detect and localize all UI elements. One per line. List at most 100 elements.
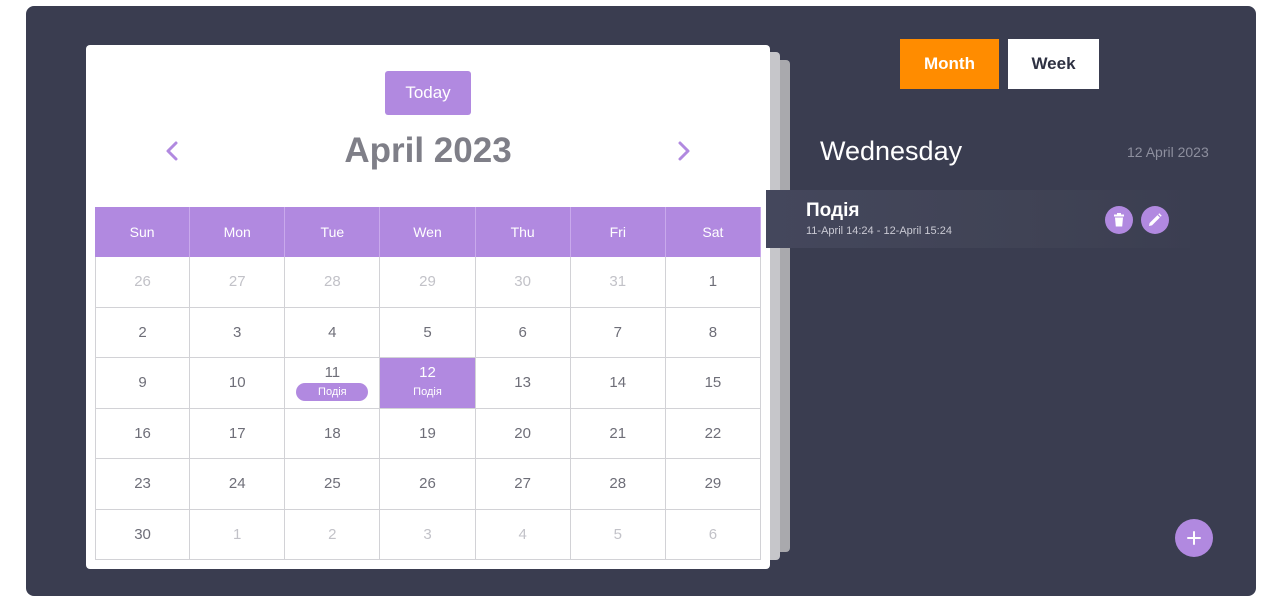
add-event-button[interactable] (1175, 519, 1213, 557)
day-cell[interactable]: 27 (475, 459, 571, 510)
day-cell[interactable]: 27 (190, 257, 286, 308)
day-cell[interactable]: 6 (665, 509, 761, 560)
day-cell[interactable]: 29 (665, 459, 761, 510)
selected-date: 12 April 2023 (1127, 144, 1209, 160)
day-cell[interactable]: 23 (95, 459, 191, 510)
day-number: 18 (324, 424, 341, 442)
day-number: 21 (609, 424, 627, 442)
pencil-icon (1149, 213, 1162, 226)
day-cell[interactable]: 13 (475, 358, 571, 409)
day-cell[interactable]: 5 (570, 509, 666, 560)
day-cell[interactable]: 15 (665, 358, 761, 409)
day-number: 5 (613, 525, 622, 543)
day-cell[interactable]: 24 (190, 459, 286, 510)
event-title: Подія (806, 200, 860, 221)
day-number: 5 (423, 323, 432, 341)
weekday-header: Sat (665, 207, 761, 257)
day-number: 31 (609, 273, 627, 291)
weekday-header: Tue (285, 207, 381, 257)
day-cell[interactable]: 28 (570, 459, 666, 510)
event-time: 11-April 14:24 - 12-April 15:24 (806, 225, 952, 237)
day-number: 22 (704, 424, 722, 442)
day-number: 27 (514, 475, 531, 493)
day-number: 23 (134, 475, 151, 493)
day-cell[interactable]: 26 (95, 257, 191, 308)
day-cell[interactable]: 18 (285, 408, 381, 459)
day-cell[interactable]: 30 (475, 257, 571, 308)
day-number: 30 (514, 273, 531, 291)
today-button[interactable]: Today (385, 71, 471, 115)
day-number: 1 (708, 273, 718, 291)
day-cell[interactable]: 3 (190, 307, 286, 358)
selected-day-cell[interactable]: 12 Подія (380, 358, 476, 409)
day-cell[interactable]: 8 (665, 307, 761, 358)
app-container: Today April 2023 Sun Mon Tue Wen Thu Fri… (26, 6, 1256, 596)
day-number: 20 (514, 424, 531, 442)
day-number: 10 (228, 374, 246, 392)
event-pill[interactable]: Подія (391, 383, 463, 401)
weekday-header: Fri (570, 207, 666, 257)
day-cell[interactable]: 3 (380, 509, 476, 560)
day-cell[interactable]: 28 (285, 257, 381, 308)
day-number: 2 (328, 525, 337, 543)
day-cell[interactable]: 9 (95, 358, 191, 409)
day-cell[interactable]: 10 (190, 358, 286, 409)
day-number: 3 (423, 525, 432, 543)
day-cell[interactable]: 17 (190, 408, 286, 459)
day-cell[interactable]: 29 (380, 257, 476, 308)
day-cell[interactable]: 6 (475, 307, 571, 358)
day-cell[interactable]: 7 (570, 307, 666, 358)
day-cell[interactable]: 26 (380, 459, 476, 510)
next-month-button[interactable] (672, 137, 696, 165)
day-cell[interactable]: 20 (475, 408, 571, 459)
month-title: April 2023 (344, 131, 512, 170)
delete-event-button[interactable] (1105, 206, 1133, 234)
day-cell[interactable]: 25 (285, 459, 381, 510)
calendar-card: Today April 2023 Sun Mon Tue Wen Thu Fri… (86, 45, 770, 569)
day-cell[interactable]: 1 (190, 509, 286, 560)
day-number: 2 (138, 323, 147, 341)
day-number: 6 (518, 323, 527, 341)
weekday-header: Mon (190, 207, 286, 257)
day-number: 16 (134, 424, 151, 442)
month-view-button[interactable]: Month (900, 39, 999, 89)
plus-icon (1187, 531, 1201, 545)
day-cell[interactable]: 16 (95, 408, 191, 459)
day-cell[interactable]: 30 (95, 509, 191, 560)
day-number: 8 (708, 323, 718, 341)
day-number: 26 (419, 475, 436, 493)
day-number: 9 (138, 374, 147, 392)
day-number: 13 (514, 374, 531, 392)
day-cell[interactable]: 2 (95, 307, 191, 358)
day-number: 4 (518, 525, 527, 543)
weekday-header: Wen (380, 207, 476, 257)
day-cell[interactable]: 11 Подія (285, 358, 381, 409)
day-number: 15 (704, 374, 722, 392)
day-cell[interactable]: 1 (665, 257, 761, 308)
day-number: 27 (228, 273, 246, 291)
day-number: 25 (324, 475, 341, 493)
edit-event-button[interactable] (1141, 206, 1169, 234)
day-cell[interactable]: 5 (380, 307, 476, 358)
day-number: 1 (233, 525, 242, 543)
day-number: 7 (613, 323, 622, 341)
week-view-button[interactable]: Week (1008, 39, 1099, 89)
weekday-header: Thu (475, 207, 571, 257)
event-item[interactable]: Подія 11-April 14:24 - 12-April 15:24 (766, 190, 1190, 248)
day-number: 3 (233, 323, 242, 341)
day-cell[interactable]: 21 (570, 408, 666, 459)
day-number: 28 (324, 273, 341, 291)
day-cell[interactable]: 4 (285, 307, 381, 358)
day-cell[interactable]: 22 (665, 408, 761, 459)
day-cell[interactable]: 14 (570, 358, 666, 409)
day-number: 29 (704, 475, 722, 493)
day-cell[interactable]: 19 (380, 408, 476, 459)
day-number: 4 (328, 323, 337, 341)
weekday-header: Sun (95, 207, 191, 257)
day-number: 28 (609, 475, 627, 493)
day-cell[interactable]: 4 (475, 509, 571, 560)
day-cell[interactable]: 31 (570, 257, 666, 308)
day-number: 11 (324, 364, 341, 381)
day-cell[interactable]: 2 (285, 509, 381, 560)
event-pill[interactable]: Подія (296, 383, 369, 401)
